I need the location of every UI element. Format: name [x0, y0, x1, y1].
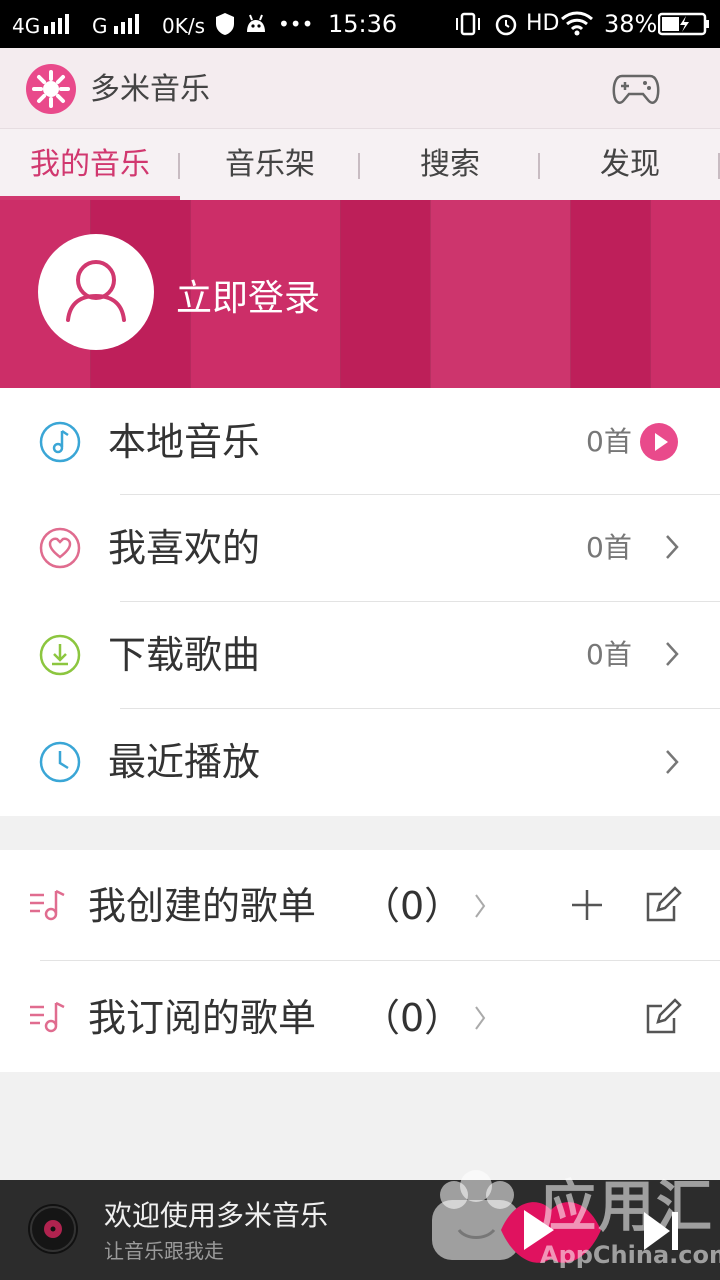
chevron-right-icon — [666, 535, 679, 559]
alarm-icon — [495, 14, 517, 36]
app-title: 多米音乐 — [90, 72, 210, 107]
tab-bar: 我的音乐 音乐架 搜索 发现 — [0, 128, 720, 201]
list-item-created-playlists[interactable]: 我创建的歌单 （0） — [0, 850, 720, 960]
playlist-label: 我创建的歌单 — [88, 884, 317, 928]
list-item-label: 本地音乐 — [108, 420, 261, 464]
watermark-domain: AppChina.com — [540, 1241, 720, 1269]
item-count: 0首 — [586, 425, 632, 458]
network-speed: 0K/s — [162, 14, 205, 38]
tab-my-music[interactable]: 我的音乐 — [0, 129, 180, 201]
more-notifications-icon: ••• — [278, 12, 314, 36]
signal-strength-2-icon — [114, 12, 139, 34]
next-track-button[interactable] — [640, 1206, 684, 1256]
banner-album-tile — [340, 200, 431, 388]
signal-strength-icon — [44, 12, 69, 34]
music-note-icon — [39, 421, 81, 463]
tab-music-shelf[interactable]: 音乐架 — [180, 129, 360, 201]
playlist-label: 我订阅的歌单 — [88, 996, 317, 1040]
battery-percent: 38% — [604, 10, 658, 38]
banner-album-tile — [570, 200, 651, 388]
list-item-label: 下载歌曲 — [108, 633, 261, 677]
network-type-2: G — [92, 14, 108, 38]
clock-icon — [39, 741, 81, 783]
list-item-recent[interactable]: 最近播放 — [0, 709, 720, 816]
disc-icon — [30, 1206, 76, 1252]
shield-icon — [216, 13, 234, 35]
chevron-right-icon — [666, 750, 679, 774]
play-icon — [655, 433, 668, 451]
album-disc-icon[interactable] — [28, 1204, 78, 1254]
list-item-favorites[interactable]: 我喜欢的 0首 — [0, 495, 720, 601]
list-item-local-music[interactable]: 本地音乐 0首 — [0, 388, 720, 494]
tab-search[interactable]: 搜索 — [360, 129, 540, 201]
hd-indicator: HD — [526, 11, 560, 36]
playlist-section: 我创建的歌单 （0） 我订阅的歌单 （0） — [0, 850, 720, 1072]
list-item-downloads[interactable]: 下载歌曲 0首 — [0, 602, 720, 708]
list-item-label: 我喜欢的 — [108, 526, 261, 570]
gamepad-icon[interactable] — [612, 70, 660, 108]
playlist-icon — [30, 889, 65, 921]
android-icon — [247, 14, 265, 32]
watermark-text: 应用汇 — [540, 1175, 714, 1240]
chevron-right-icon — [475, 1006, 486, 1030]
banner-album-tile — [650, 200, 720, 388]
banner-album-tile — [430, 200, 571, 388]
app-logo — [26, 64, 76, 114]
heart-icon — [39, 527, 81, 569]
status-bar: 4G G 0K/s ••• 15:36 HD 38% — [0, 0, 720, 48]
list-item-subscribed-playlists[interactable]: 我订阅的歌单 （0） — [0, 961, 720, 1072]
login-link[interactable]: 立即登录 — [176, 276, 320, 322]
playlist-count: （0） — [362, 996, 463, 1040]
battery-icon — [658, 12, 709, 36]
add-playlist-button[interactable] — [570, 888, 604, 922]
user-icon — [66, 260, 126, 322]
play-local-button[interactable] — [640, 423, 678, 461]
item-count: 0首 — [586, 638, 632, 671]
avatar[interactable] — [38, 234, 154, 350]
download-icon — [39, 634, 81, 676]
network-type: 4G — [12, 14, 41, 38]
chevron-right-icon — [666, 642, 679, 666]
my-music-list: 本地音乐 0首 我喜欢的 0首 下载歌曲 0首 最近播放 — [0, 388, 720, 816]
item-count: 0首 — [586, 531, 632, 564]
list-item-label: 最近播放 — [108, 740, 261, 784]
clock-time: 15:36 — [328, 10, 398, 38]
vibrate-icon — [456, 12, 480, 36]
playlist-icon — [30, 1001, 65, 1033]
player-subtitle: 让音乐跟我走 — [104, 1239, 224, 1263]
app-logo-icon — [32, 70, 70, 108]
wifi-icon — [561, 11, 593, 36]
edit-created-playlists-button[interactable] — [644, 886, 682, 924]
tab-discover[interactable]: 发现 — [540, 129, 720, 201]
playlist-count: （0） — [362, 884, 463, 928]
player-title: 欢迎使用多米音乐 — [104, 1199, 329, 1232]
chevron-right-icon — [475, 894, 486, 918]
edit-subscribed-playlists-button[interactable] — [644, 998, 682, 1036]
